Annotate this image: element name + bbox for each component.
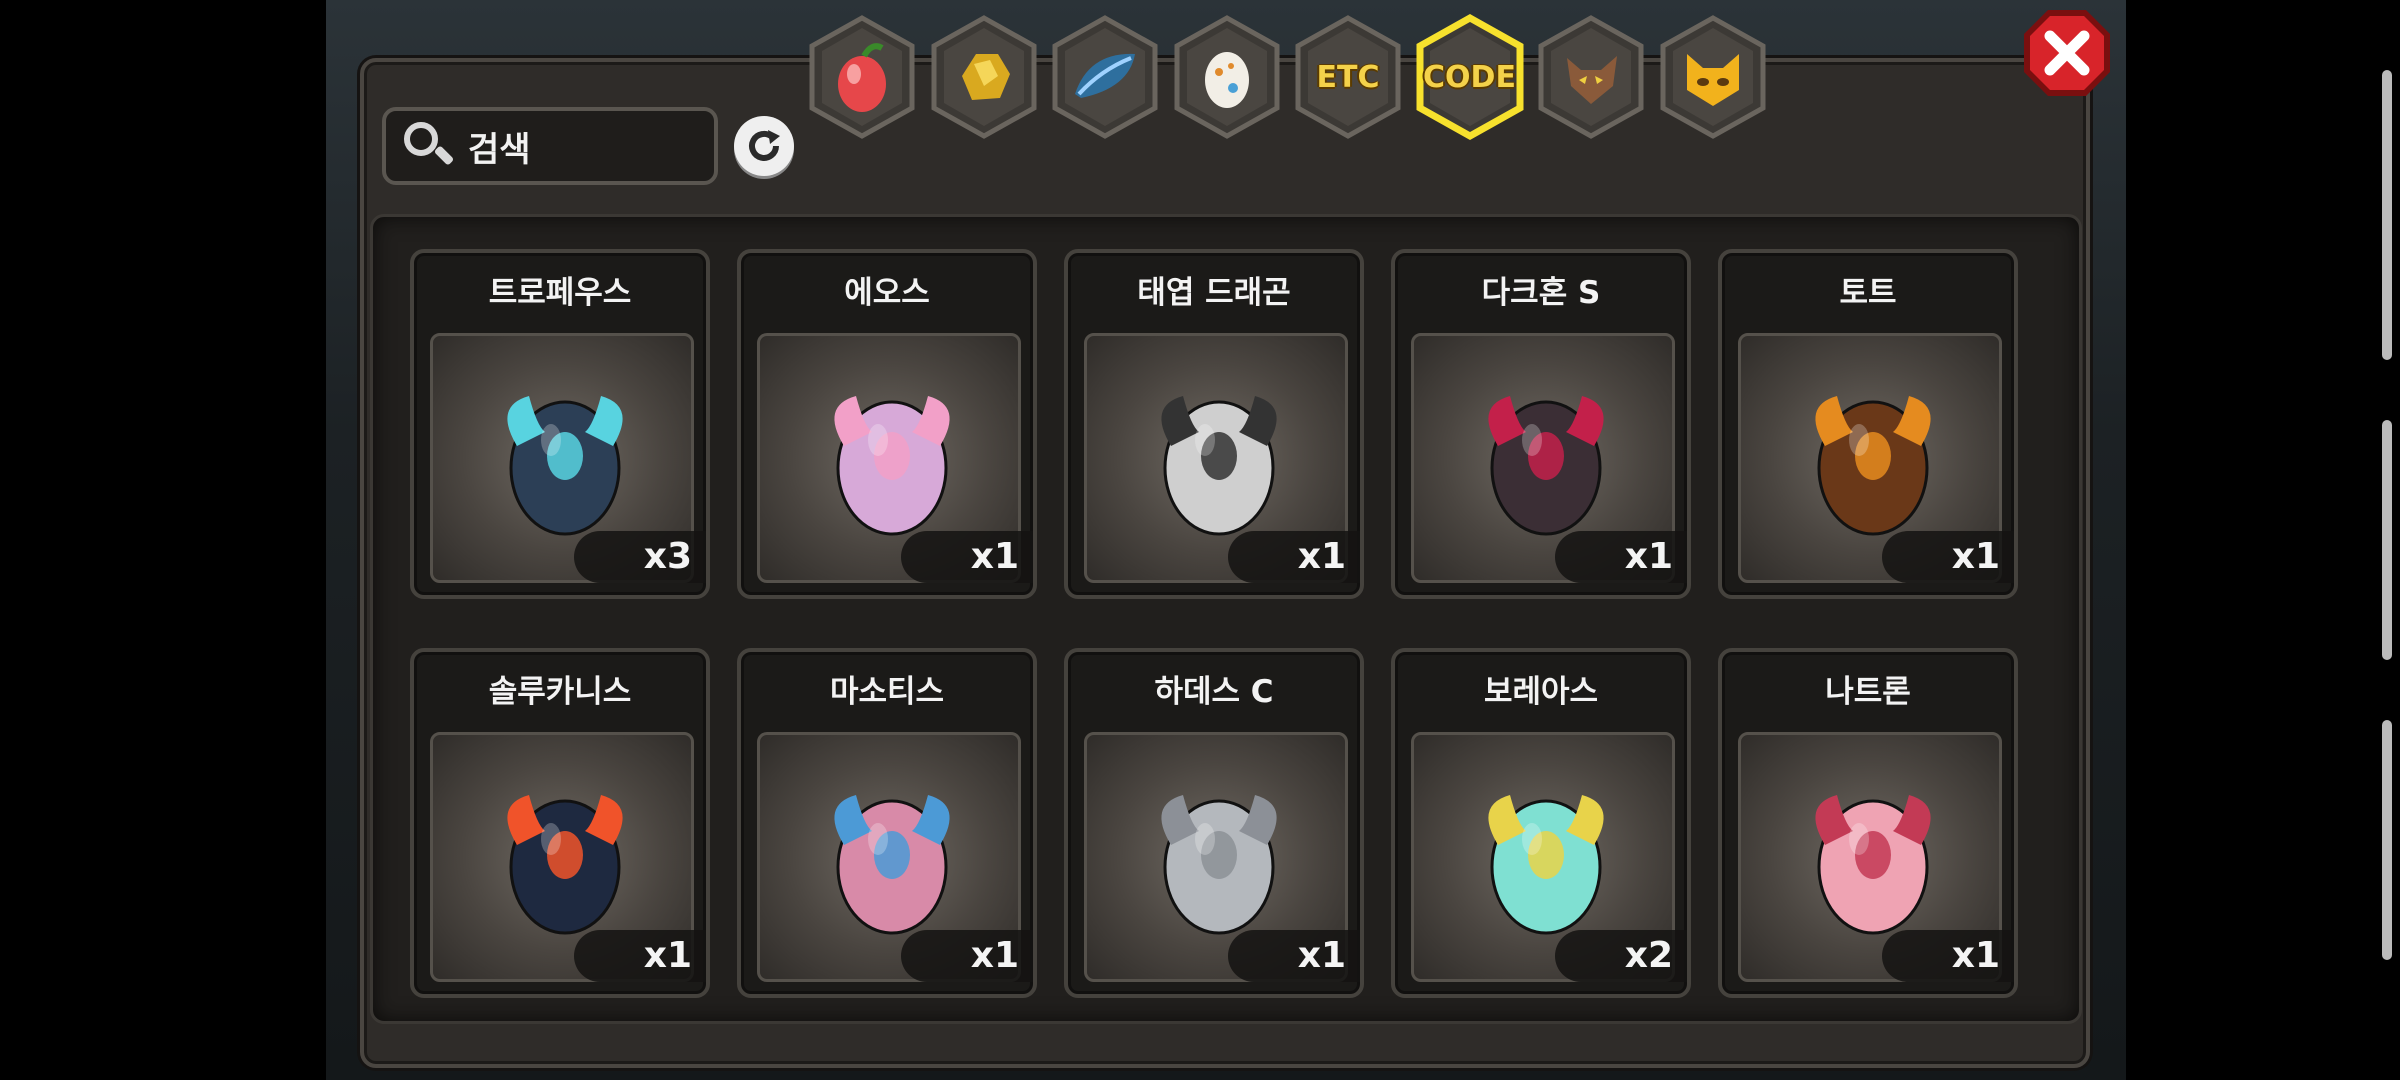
tab-gold[interactable] [928,14,1040,140]
fruit-tab-hexagon [809,15,915,139]
item-quantity: x2 [1555,930,1687,982]
refresh-icon [749,130,780,161]
item-quantity: x1 [1228,531,1360,583]
item-quantity: x1 [1882,930,2014,982]
close-icon [2024,10,2110,96]
item-card[interactable]: 마소티스 x1 [737,648,1037,998]
cat-tab-hexagon [1660,15,1765,139]
close-button[interactable] [2020,6,2114,100]
search-icon [402,120,455,172]
tab-etc[interactable]: ETC [1292,14,1404,140]
gold-tab-hexagon [931,15,1036,139]
refresh-button[interactable] [734,116,794,176]
item-quantity: x1 [574,930,706,982]
egg-tab-icon [1204,52,1249,108]
item-name: 나트론 [1825,674,1911,710]
tab-beast[interactable] [1535,14,1647,140]
scrollbar-middle[interactable] [2382,420,2392,660]
egg-tab-hexagon [1174,15,1279,139]
tab-label-code: CODE [1423,59,1516,95]
item-quantity: x1 [1882,531,2014,583]
item-name: 트로페우스 [488,275,632,311]
item-name: 보레아스 [1483,674,1599,710]
tab-code[interactable]: CODE [1414,14,1526,140]
item-card[interactable]: 토트 x1 [1718,249,2018,599]
scrollbar-top[interactable] [2382,70,2392,360]
item-quantity: x3 [574,531,706,583]
tab-label-etc: ETC [1316,59,1380,95]
item-card[interactable]: 솔루카니스 x1 [410,648,710,998]
item-card[interactable]: 에오스 x1 [737,249,1037,599]
tab-egg[interactable] [1171,14,1283,140]
item-quantity: x1 [1555,531,1687,583]
feather-tab-hexagon [1052,15,1158,139]
item-card[interactable]: 보레아스 x2 [1391,648,1691,998]
item-card[interactable]: 태엽 드래곤 x1 [1064,249,1364,599]
item-name: 솔루카니스 [488,674,632,710]
item-quantity: x1 [1228,930,1360,982]
item-card[interactable]: 다크혼 S x1 [1391,249,1691,599]
item-name: 에오스 [844,275,930,311]
item-quantity: x1 [901,531,1033,583]
item-name: 토트 [1839,275,1897,311]
search-placeholder: 검색 [468,129,531,170]
item-quantity: x1 [901,930,1033,982]
item-card[interactable]: 나트론 x1 [1718,648,2018,998]
item-card[interactable]: 트로페우스 x3 [410,249,710,599]
search-input[interactable]: 검색 [382,107,718,185]
item-card[interactable]: 하데스 C x1 [1064,648,1364,998]
tab-fruit[interactable] [806,14,918,140]
item-name: 다크혼 S [1481,275,1601,311]
tab-feather[interactable] [1049,14,1161,140]
tab-cat[interactable] [1657,14,1769,140]
scrollbar-bottom[interactable] [2382,720,2392,960]
item-name: 마소티스 [829,674,945,710]
item-name: 태엽 드래곤 [1137,275,1291,311]
game-screen: 검색 ETC CODE 트로페우스 x3 에오스 x1 태엽 드래곤 x1 다크… [0,0,2400,1080]
beast-tab-hexagon [1538,15,1644,139]
item-name: 하데스 C [1154,674,1274,710]
